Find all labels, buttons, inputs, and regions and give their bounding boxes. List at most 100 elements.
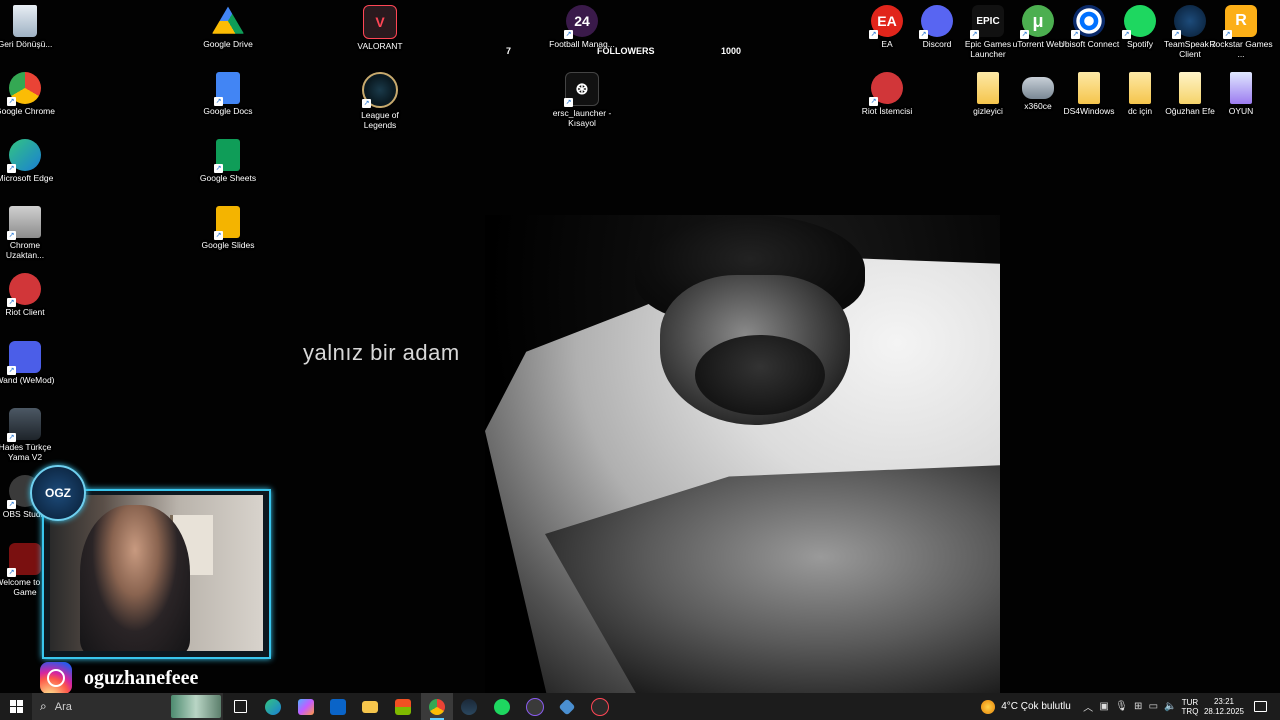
folder-icon bbox=[977, 72, 999, 104]
rockstar-icon: R ↗ bbox=[1223, 5, 1257, 39]
task-view-button[interactable] bbox=[224, 693, 256, 720]
desktop-icon-riot-client[interactable]: ↗ Riot Client bbox=[0, 268, 58, 317]
edge-icon: ↗ bbox=[7, 139, 41, 173]
taskbar-store[interactable] bbox=[387, 693, 419, 720]
desktop-icon-valorant[interactable]: V VALORANT bbox=[347, 0, 413, 51]
notification-icon bbox=[1253, 701, 1267, 712]
tray-app-icon-2[interactable]: ⊞ bbox=[1134, 701, 1142, 712]
desktop-icon-chrome-remote[interactable]: ↗ Chrome Uzaktan... bbox=[0, 201, 58, 260]
taskbar-obs[interactable] bbox=[519, 693, 551, 720]
riot-icon: ↗ bbox=[7, 273, 41, 307]
desktop-icon-ersc-launcher[interactable]: ⊛ ↗ ersc_launcher - Kısayol bbox=[549, 67, 615, 128]
obs-icon bbox=[526, 697, 544, 716]
instagram-handle: oguzhanefeee bbox=[84, 666, 199, 689]
start-button[interactable] bbox=[0, 693, 32, 720]
wand-icon: ↗ bbox=[7, 341, 41, 375]
desktop-icon-hades[interactable]: ↗ Hades Türkçe Yama V2 bbox=[0, 403, 58, 462]
capcut-folder-icon bbox=[1179, 72, 1201, 104]
instagram-icon bbox=[40, 662, 72, 693]
desktop-icon-google-docs[interactable]: ↗ Google Docs bbox=[195, 67, 261, 116]
league-icon: ↗ bbox=[362, 72, 398, 108]
spotify-icon bbox=[494, 698, 510, 715]
desktop-icon-football-manager[interactable]: 24 ↗ Football Manag... bbox=[549, 0, 615, 49]
taskbar-app-diamond[interactable] bbox=[551, 693, 583, 720]
outlook-icon bbox=[330, 698, 346, 715]
chevron-up-icon[interactable]: ︿ bbox=[1083, 699, 1093, 714]
google-docs-icon: ↗ bbox=[214, 72, 240, 106]
desktop-icon-league[interactable]: ↗ League of Legends bbox=[347, 67, 413, 130]
edge-icon bbox=[265, 698, 281, 715]
taskbar-file-explorer[interactable] bbox=[354, 693, 386, 720]
weather-text: 4°C Çok bulutlu bbox=[1001, 701, 1071, 712]
search-highlight-art bbox=[171, 695, 221, 718]
taskbar-edge[interactable] bbox=[257, 693, 289, 720]
folder-icon bbox=[1078, 72, 1100, 104]
google-slides-icon: ↗ bbox=[214, 206, 240, 240]
valorant-icon: V bbox=[363, 5, 397, 39]
windows-icon bbox=[9, 700, 23, 713]
task-view-icon bbox=[233, 700, 247, 713]
desktop-icon-oyun[interactable]: OYUN bbox=[1208, 67, 1274, 116]
desktop-icon-recycle-bin[interactable]: Geri Dönüşü... bbox=[0, 0, 58, 49]
taskbar-copilot[interactable] bbox=[290, 693, 322, 720]
wallpaper-caption: yalnız bir adam bbox=[303, 340, 460, 365]
search-icon: ⌕ bbox=[40, 699, 47, 713]
app-icon bbox=[558, 698, 576, 715]
skull-icon: ↗ bbox=[7, 543, 41, 577]
taskbar-steam[interactable] bbox=[453, 693, 485, 720]
weather-icon bbox=[981, 699, 996, 714]
steam-icon bbox=[461, 698, 477, 715]
desktop-icon-riot-istemcisi[interactable]: ↗ Riot İstemcisi bbox=[854, 67, 920, 116]
riot-icon: ↗ bbox=[869, 72, 903, 106]
desktop-icon-edge[interactable]: ↗ Microsoft Edge bbox=[0, 134, 58, 183]
clock-time: 23:21 bbox=[1213, 696, 1235, 706]
desktop-icon-rockstar[interactable]: R ↗ Rockstar Games ... bbox=[1208, 0, 1274, 59]
google-sheets-icon: ↗ bbox=[214, 139, 240, 173]
folder-icon bbox=[362, 700, 378, 713]
chrome-icon: ↗ bbox=[7, 72, 41, 106]
gamepad-icon bbox=[1022, 77, 1054, 99]
webcam-video bbox=[50, 495, 263, 651]
instagram-overlay: oguzhanefeee bbox=[40, 662, 198, 693]
desktop-icon-google-drive[interactable]: Google Drive bbox=[195, 0, 261, 49]
microphone-icon[interactable]: 🎙 bbox=[1115, 701, 1128, 712]
network-icon[interactable]: ▭ bbox=[1149, 701, 1158, 712]
teamspeak-icon: ↗ bbox=[1172, 5, 1206, 39]
clock-date: 28.12.2025 bbox=[1203, 706, 1245, 716]
spotify-icon: ↗ bbox=[1122, 5, 1156, 39]
system-tray: ︿ ▣ 🎙 ⊞ ▭ 🔈 bbox=[1080, 693, 1180, 720]
ea-icon: EA ↗ bbox=[869, 5, 903, 39]
desktop-icon-chrome[interactable]: ↗ Google Chrome bbox=[0, 67, 58, 116]
taskbar-outlook[interactable] bbox=[322, 693, 354, 720]
stat-count-left: 7 bbox=[506, 46, 512, 56]
google-drive-icon bbox=[212, 6, 244, 34]
store-icon bbox=[395, 698, 411, 715]
recycle-bin-icon bbox=[13, 5, 37, 37]
weather-widget[interactable]: 4°C Çok bulutlu bbox=[976, 693, 1076, 720]
taskbar-search[interactable]: ⌕ Ara bbox=[32, 693, 223, 720]
ersc-launcher-icon: ⊛ ↗ bbox=[564, 72, 599, 107]
taskbar-spotify[interactable] bbox=[486, 693, 518, 720]
clock[interactable]: 23:21 28.12.2025 bbox=[1202, 693, 1246, 720]
discord-icon: ↗ bbox=[919, 5, 953, 39]
desktop-icon-google-slides[interactable]: ↗ Google Slides bbox=[195, 201, 261, 250]
taskbar-valorant[interactable] bbox=[584, 693, 616, 720]
taskbar-chrome[interactable] bbox=[421, 693, 453, 720]
folder-icon bbox=[1230, 72, 1252, 104]
copilot-icon bbox=[298, 698, 314, 715]
hades-icon: ↗ bbox=[7, 408, 41, 442]
webcam-overlay bbox=[42, 489, 271, 659]
speaker-icon[interactable]: 🔈 bbox=[1164, 701, 1176, 712]
language-indicator[interactable]: TUR TRQ bbox=[1178, 693, 1202, 720]
tray-app-icon[interactable]: ▣ bbox=[1099, 701, 1108, 712]
chrome-icon bbox=[429, 698, 445, 715]
folder-icon bbox=[1129, 72, 1151, 104]
valorant-icon bbox=[591, 697, 609, 716]
streamer-logo-badge: OGZ bbox=[30, 465, 86, 521]
wallpaper-photo bbox=[485, 215, 1000, 693]
utorrent-icon: μ ↗ bbox=[1020, 5, 1054, 39]
football-manager-icon: 24 ↗ bbox=[564, 5, 598, 39]
desktop-icon-google-sheets[interactable]: ↗ Google Sheets bbox=[195, 134, 261, 183]
notification-button[interactable] bbox=[1248, 693, 1272, 720]
desktop-icon-wand[interactable]: ↗ Wand (WeMod) bbox=[0, 336, 58, 385]
